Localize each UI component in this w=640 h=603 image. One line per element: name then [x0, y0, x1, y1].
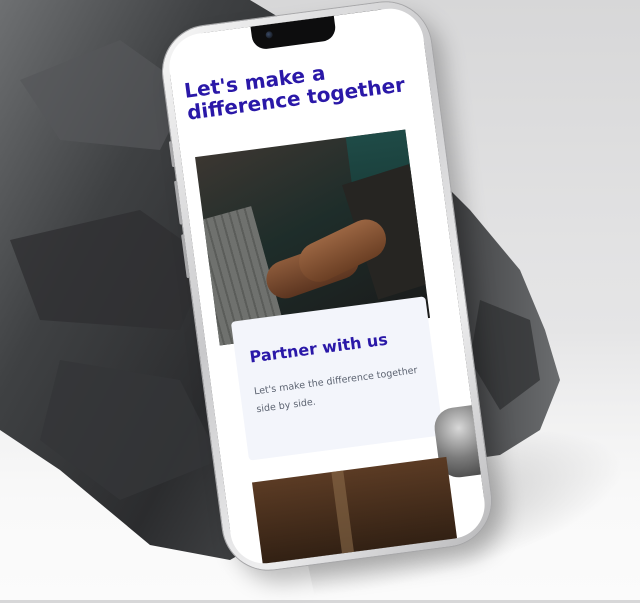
card-text: Let's make the difference together side …	[253, 364, 419, 416]
volume-down-button	[181, 234, 190, 279]
page-headline: Let's make a difference together	[182, 60, 407, 125]
front-camera-icon	[265, 30, 274, 39]
phone-mockup: Let's make a difference together Partner…	[157, 0, 497, 576]
phone-frame: Let's make a difference together Partner…	[157, 0, 497, 576]
phone-screen: Let's make a difference together Partner…	[165, 4, 489, 568]
card-title: Partner with us	[248, 329, 389, 367]
notch	[250, 15, 337, 51]
secondary-image	[252, 456, 459, 568]
partner-card[interactable]: Partner with us Let's make the differenc…	[230, 296, 444, 461]
